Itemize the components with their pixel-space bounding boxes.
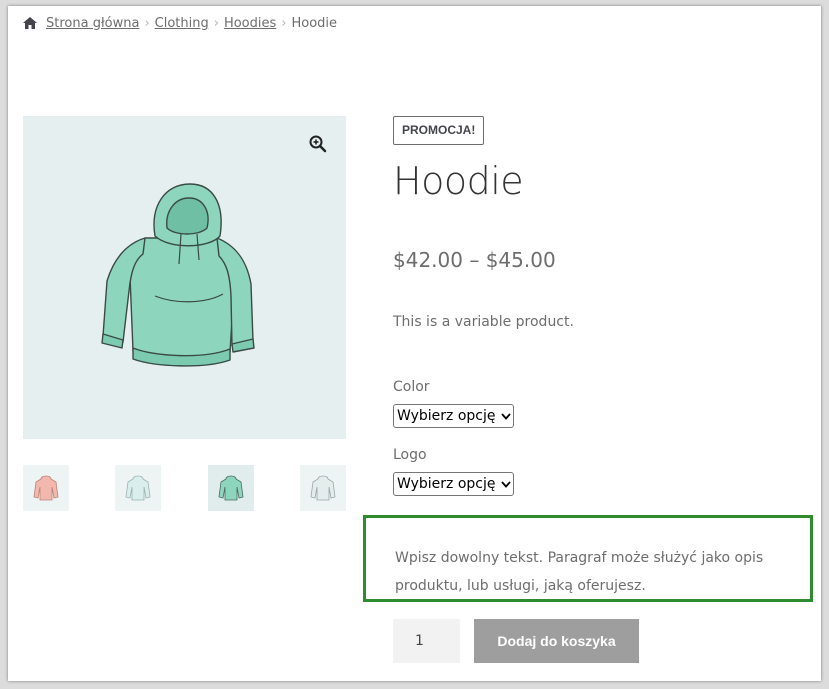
thumbnail-green-hoodie[interactable] [208,465,254,511]
sale-badge: PROMOCJA! [393,116,485,145]
breadcrumb-link-clothing[interactable]: Clothing [155,16,209,31]
product-title: Hoodie [393,159,524,203]
product-page: Strona główna › Clothing › Hoodies › Hoo… [8,6,821,681]
add-to-cart-button[interactable]: Dodaj do koszyka [474,619,639,663]
breadcrumb-separator: › [144,15,150,31]
variation-label-color: Color [393,379,430,395]
light-hoodie-icon [125,475,151,501]
chevron-down-icon [501,412,512,420]
color-select-value: Wybierz opcję [397,408,496,424]
hoodie-illustration [101,183,255,367]
variation-label-logo: Logo [393,447,427,463]
gallery-thumbnails [23,465,346,512]
breadcrumb-separator: › [281,15,287,31]
product-main-image[interactable] [23,116,346,439]
breadcrumb-separator: › [213,15,219,31]
breadcrumb: Strona główna › Clothing › Hoodies › Hoo… [22,14,337,32]
promo-paragraph: Wpisz dowolny tekst. Paragraf może służy… [395,550,764,594]
thumbnail-grey-hoodie[interactable] [300,465,346,511]
pink-hoodie-icon [33,475,59,501]
thumbnail-light-hoodie[interactable] [115,465,161,511]
logo-select[interactable]: Wybierz opcję [393,472,515,496]
color-select[interactable]: Wybierz opcję [393,404,515,428]
home-icon [23,17,37,29]
zoom-button[interactable] [302,128,334,160]
product-price: $42.00 – $45.00 [393,248,556,272]
product-short-description: This is a variable product. [393,314,574,330]
grey-hoodie-icon [310,475,336,501]
highlighted-text-block[interactable]: Wpisz dowolny tekst. Paragraf może służy… [363,515,813,602]
green-hoodie-icon [218,475,244,501]
breadcrumb-link-hoodies[interactable]: Hoodies [224,16,276,31]
breadcrumb-current: Hoodie [291,15,338,31]
zoom-in-icon [309,135,327,153]
logo-select-value: Wybierz opcję [397,476,496,492]
thumbnail-pink-hoodie[interactable] [23,465,69,511]
breadcrumb-home-link[interactable]: Strona główna [46,16,139,31]
chevron-down-icon [501,480,512,488]
quantity-input[interactable]: 1 [393,619,460,663]
